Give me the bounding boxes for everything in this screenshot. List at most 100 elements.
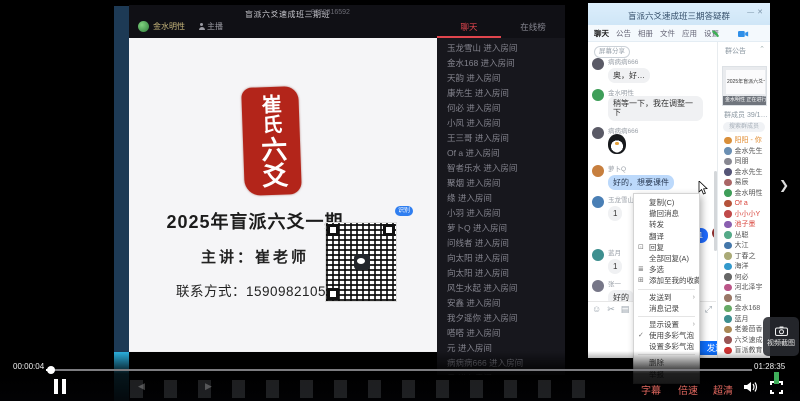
screen-share-preview[interactable]: 2025年盲派六爻一期 金水明性 正在进行屏幕分享 [722,66,767,106]
member-row[interactable]: Of a [718,198,770,209]
context-menu-item[interactable]: ⊞添加至我的收藏 [634,275,699,286]
qq-tab[interactable]: 公告 [616,28,631,39]
chat-message[interactable]: 病病病666 奥，好… [592,56,726,83]
context-menu-item[interactable]: 全部回复(A) [634,253,699,264]
room-entry[interactable]: 玉龙雪山 进入房间 [437,41,565,56]
message-bubble[interactable]: 奥，好… [608,68,650,83]
member-row[interactable]: 同朋 [718,156,770,167]
room-entry[interactable]: 金水168 进入房间 [437,56,565,71]
member-row[interactable]: 金水先生 [718,167,770,178]
member-row[interactable]: 河北泽宇 [718,282,770,293]
room-entry[interactable]: 我夕遥你 进入房间 [437,311,565,326]
member-row[interactable]: 池子墨 [718,219,770,230]
chat-message[interactable]: 金水明性 稍等一下，我在调整一下 [592,87,726,120]
room-entry[interactable]: 小羽 进入房间 [437,206,565,221]
room-entry[interactable]: 王三哥 进入房间 [437,131,565,146]
room-entry[interactable]: 智者乐水 进入房间 [437,161,565,176]
host-avatar[interactable] [138,21,149,32]
room-entry[interactable]: Of a 进入房间 [437,146,565,161]
volume-icon[interactable] [744,381,758,393]
context-menu-item[interactable]: ✓使用多彩气泡 [634,330,699,341]
member-row[interactable]: 易辰 [718,177,770,188]
avatar[interactable] [592,165,604,177]
room-entry[interactable]: 聚烟 进入房间 [437,176,565,191]
room-entry[interactable]: 萝卜Q 进入房间 [437,221,565,236]
share-thumbnail: 2025年盲派六爻一期 [726,70,765,94]
room-entry[interactable]: 康先生 进入房间 [437,86,565,101]
message-bubble[interactable]: 稍等一下，我在调整一下 [608,96,703,120]
context-menu-item[interactable]: 复制(C) [634,197,699,208]
member-row[interactable]: 金水先生 [718,146,770,157]
message-bubble[interactable]: 好的 [608,290,634,301]
tab-online[interactable]: 在线榜 [501,19,565,38]
room-entry[interactable]: 缘 进入房间 [437,191,565,206]
avatar[interactable] [592,127,604,139]
room-entry[interactable]: 风生水起 进入房间 [437,281,565,296]
video-screenshot-button[interactable]: 视频截图 [763,317,799,356]
member-row[interactable]: 大江 [718,240,770,251]
quality-button[interactable]: 超清 [713,382,733,397]
voice-call-icon[interactable] [710,30,721,38]
room-entry[interactable]: 向太阳 进入房间 [437,266,565,281]
avatar[interactable] [592,58,604,70]
menu-item-icon: ≣ [638,264,644,275]
member-row[interactable]: 金水168 [718,303,770,314]
qq-tab[interactable]: 应用 [682,28,697,39]
context-menu-item[interactable]: 翻译 [634,231,699,242]
context-menu-item[interactable]: 显示设置› [634,319,699,330]
message-bubble[interactable]: 1 [608,259,622,274]
emoji-icon[interactable]: ☺ [592,304,601,315]
avatar[interactable] [592,280,604,292]
context-menu-item[interactable]: 发送到› [634,292,699,303]
member-row[interactable]: 金水明性 [718,188,770,199]
room-entry[interactable]: 安鑫 进入房间 [437,296,565,311]
room-entry[interactable]: 何必 进入房间 [437,101,565,116]
context-menu-item[interactable]: ≣多选 [634,264,699,275]
subtitle-button[interactable]: 字幕 [641,382,661,397]
seek-bar[interactable] [46,369,752,371]
chevron-right-icon[interactable]: ❯ [779,178,789,192]
seek-knob[interactable] [47,366,55,374]
collapse-caret-icon[interactable]: ⌃ [759,45,765,53]
avatar[interactable] [592,196,604,208]
chat-message[interactable]: 病病病666 [592,125,726,159]
member-row[interactable]: 阳阳 - 你 [718,135,770,146]
context-menu-item[interactable] [638,316,695,317]
room-entry[interactable]: 小凤 进入房间 [437,116,565,131]
room-entry[interactable]: 天韵 进入房间 [437,71,565,86]
speed-button[interactable]: 倍速 [678,382,698,397]
room-entry-feed[interactable]: 玉龙雪山 进入房间 金水168 进入房间 天韵 进入房间 康先生 进入房间 何必… [437,38,565,375]
message-bubble[interactable]: 好的，想要课件 [608,175,674,190]
member-search-input[interactable]: 搜索群成员 [723,122,765,132]
tab-chat[interactable]: 聊天 [437,19,501,38]
context-menu-item[interactable] [638,289,695,290]
context-menu-item[interactable]: 撤回消息 [634,208,699,219]
room-entry[interactable]: 嗒嗒 进入房间 [437,326,565,341]
qq-tab[interactable]: 聊天 [594,28,609,39]
screenshot-scissors-icon[interactable]: ✂ [607,304,615,315]
video-call-icon[interactable] [738,30,749,38]
context-menu-item[interactable]: 转发 [634,219,699,230]
expand-icon[interactable]: ⤢ [705,304,712,315]
fullscreen-button[interactable] [770,381,783,394]
avatar[interactable] [592,249,604,261]
group-announcement-label[interactable]: 群公告 [725,46,746,56]
member-row[interactable]: 恒 [718,293,770,304]
member-row[interactable]: 海洋 [718,261,770,272]
member-row[interactable]: 丛聪 [718,230,770,241]
context-menu-item[interactable]: ⊡回复 [634,242,699,253]
context-menu-item[interactable]: 消息记录 [634,303,699,314]
message-bubble[interactable] [608,134,626,154]
member-row[interactable]: 丁春之 [718,251,770,262]
member-row[interactable]: 何必 [718,272,770,283]
qq-tab[interactable]: 文件 [660,28,675,39]
qq-titlebar[interactable]: 盲派六爻速成班三期答疑群 —✕ [588,3,770,25]
member-row[interactable]: 小小小Y [718,209,770,220]
message-bubble[interactable]: 1 [608,206,622,221]
avatar[interactable] [592,89,604,101]
room-entry[interactable]: 向太阳 进入房间 [437,251,565,266]
qq-tab[interactable]: 相册 [638,28,653,39]
pause-button[interactable] [54,379,70,394]
room-entry[interactable]: 问线者 进入房间 [437,236,565,251]
file-icon[interactable]: ▤ [621,304,630,315]
